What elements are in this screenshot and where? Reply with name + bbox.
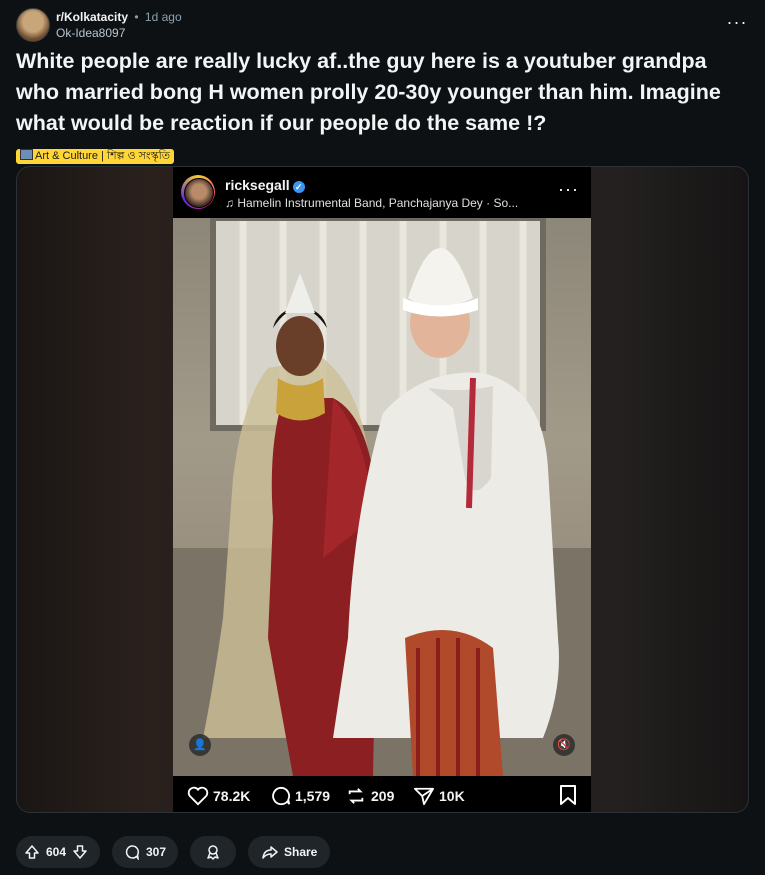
share-label: Share bbox=[284, 845, 318, 859]
subreddit-link[interactable]: r/Kolkatacity bbox=[56, 10, 128, 24]
repost-icon bbox=[348, 788, 364, 804]
shares-stat[interactable]: 10K bbox=[413, 786, 465, 806]
vote-score: 604 bbox=[46, 845, 67, 859]
post-flair[interactable]: Art & Culture | শিল্প ও সংস্কৃতি bbox=[16, 149, 174, 164]
verified-badge-icon: ✓ bbox=[292, 181, 305, 193]
post-time: 1d ago bbox=[144, 10, 182, 24]
award-icon bbox=[205, 844, 221, 860]
send-icon bbox=[413, 787, 434, 806]
share-button[interactable]: Share bbox=[248, 836, 330, 868]
comment-bubble-icon bbox=[272, 786, 291, 806]
comment-icon bbox=[124, 844, 140, 860]
comments-stat[interactable]: 1,579 bbox=[271, 786, 330, 806]
framed-picture-icon bbox=[20, 149, 33, 160]
mute-icon[interactable]: 🔇 bbox=[553, 734, 575, 756]
account-name[interactable]: ricksegall ✓ bbox=[225, 177, 305, 193]
reposts-count: 209 bbox=[371, 788, 395, 804]
post-action-bar: 604 307 Share bbox=[16, 836, 716, 868]
embed-header: ricksegall ✓ ♫ Hamelin Instrumental Band,… bbox=[173, 167, 591, 218]
downvote-icon[interactable] bbox=[72, 844, 88, 860]
vote-control: 604 bbox=[16, 836, 100, 868]
flair-label: Art & Culture | শিল্প ও সংস্কৃতি bbox=[35, 150, 170, 162]
share-icon bbox=[262, 844, 278, 860]
post-title[interactable]: White people are really lucky af..the gu… bbox=[16, 46, 746, 139]
comments-button[interactable]: 307 bbox=[112, 836, 178, 868]
instagram-embed[interactable]: ricksegall ✓ ♫ Hamelin Instrumental Band,… bbox=[173, 167, 591, 812]
music-note-icon: ♫ bbox=[225, 196, 234, 210]
more-options-icon[interactable]: ··· bbox=[725, 12, 749, 36]
author-link[interactable]: Ok-Idea8097 bbox=[56, 26, 125, 40]
music-label[interactable]: ♫ Hamelin Instrumental Band, Panchajanya… bbox=[225, 196, 518, 210]
bookmark-icon[interactable] bbox=[559, 785, 577, 808]
likes-count: 78.2K bbox=[213, 788, 251, 804]
post-media[interactable]: ricksegall ✓ ♫ Hamelin Instrumental Band,… bbox=[16, 166, 749, 813]
award-button[interactable] bbox=[190, 836, 236, 868]
subreddit-avatar[interactable] bbox=[16, 8, 50, 42]
embed-more-icon[interactable]: ··· bbox=[558, 179, 579, 200]
user-tag-icon[interactable]: 👤 bbox=[189, 734, 211, 756]
wedding-photo-illustration bbox=[173, 218, 591, 776]
embed-stats: 78.2K 1,579 209 10K bbox=[173, 776, 591, 812]
wedding-photo[interactable]: 👤 🔇 bbox=[173, 218, 591, 776]
heart-icon bbox=[187, 786, 209, 806]
meta-separator: • bbox=[134, 10, 139, 24]
post-meta: r/Kolkatacity • 1d ago bbox=[56, 10, 182, 24]
likes-stat[interactable]: 78.2K bbox=[187, 786, 250, 806]
comments-count: 1,579 bbox=[295, 788, 331, 804]
upvote-icon[interactable] bbox=[24, 844, 40, 860]
reposts-stat[interactable]: 209 bbox=[345, 786, 394, 806]
shares-count: 10K bbox=[439, 788, 465, 804]
comments-button-count: 307 bbox=[146, 845, 167, 859]
account-avatar[interactable] bbox=[181, 175, 215, 209]
post-header: r/Kolkatacity • 1d ago Ok-Idea8097 ··· bbox=[16, 8, 749, 42]
